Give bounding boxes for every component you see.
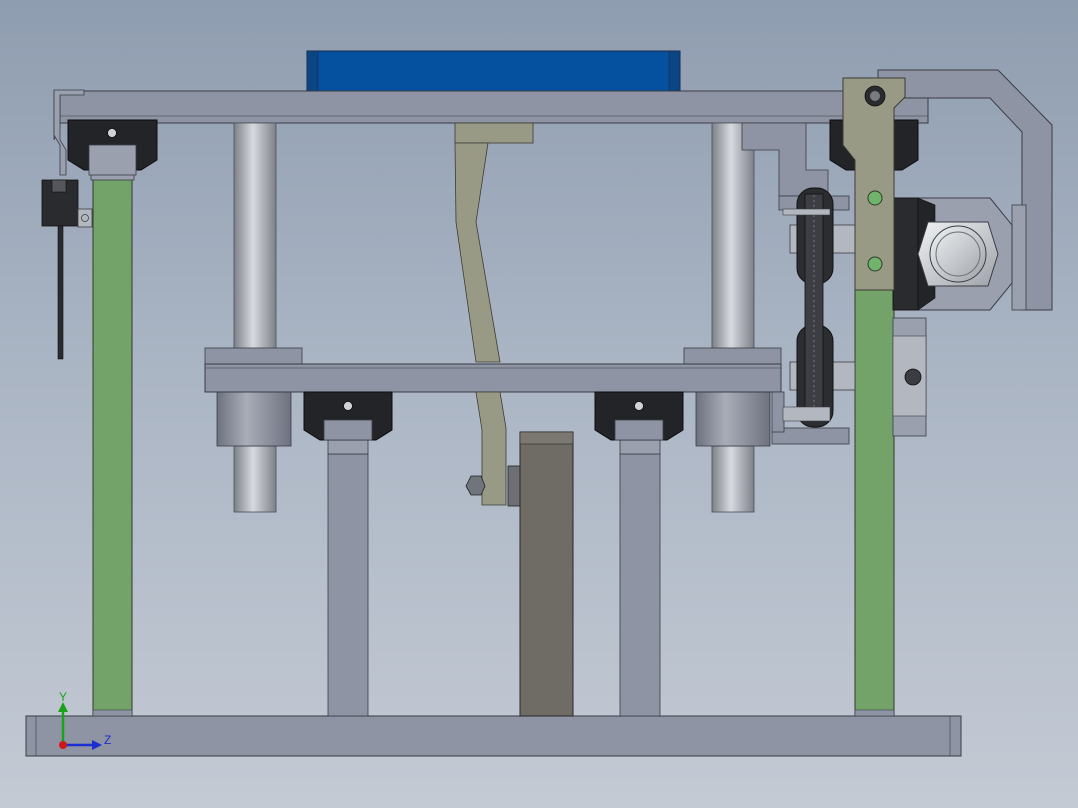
guide-rod-left[interactable] <box>233 122 277 513</box>
timing-belt[interactable] <box>782 187 856 428</box>
inner-post-left[interactable] <box>327 419 369 717</box>
green-post-right[interactable] <box>854 289 895 717</box>
linear-bushing-right[interactable] <box>683 347 782 447</box>
linear-bushing-left[interactable] <box>204 347 303 447</box>
base-plate[interactable] <box>25 715 962 757</box>
middle-moving-plate[interactable] <box>204 363 782 393</box>
guide-rod-right[interactable] <box>711 122 755 513</box>
bearing-block-middle-left[interactable] <box>303 391 393 441</box>
bearing-block-top-left[interactable] <box>67 119 158 176</box>
right-clamp-block[interactable] <box>892 317 927 437</box>
triad-origin <box>59 741 67 749</box>
green-post-left[interactable] <box>90 147 135 717</box>
cad-viewport[interactable]: Y Z <box>0 0 1078 808</box>
inner-post-right[interactable] <box>619 419 661 717</box>
cylinder-housing[interactable] <box>892 197 1013 311</box>
triad-y-label: Y <box>59 690 67 704</box>
assembly-side-view[interactable]: Y Z <box>0 0 1078 808</box>
top-blue-block[interactable] <box>306 50 681 92</box>
triad-z-label: Z <box>104 733 111 747</box>
dark-center-plate[interactable] <box>519 431 574 717</box>
bearing-block-middle-right[interactable] <box>594 391 684 441</box>
